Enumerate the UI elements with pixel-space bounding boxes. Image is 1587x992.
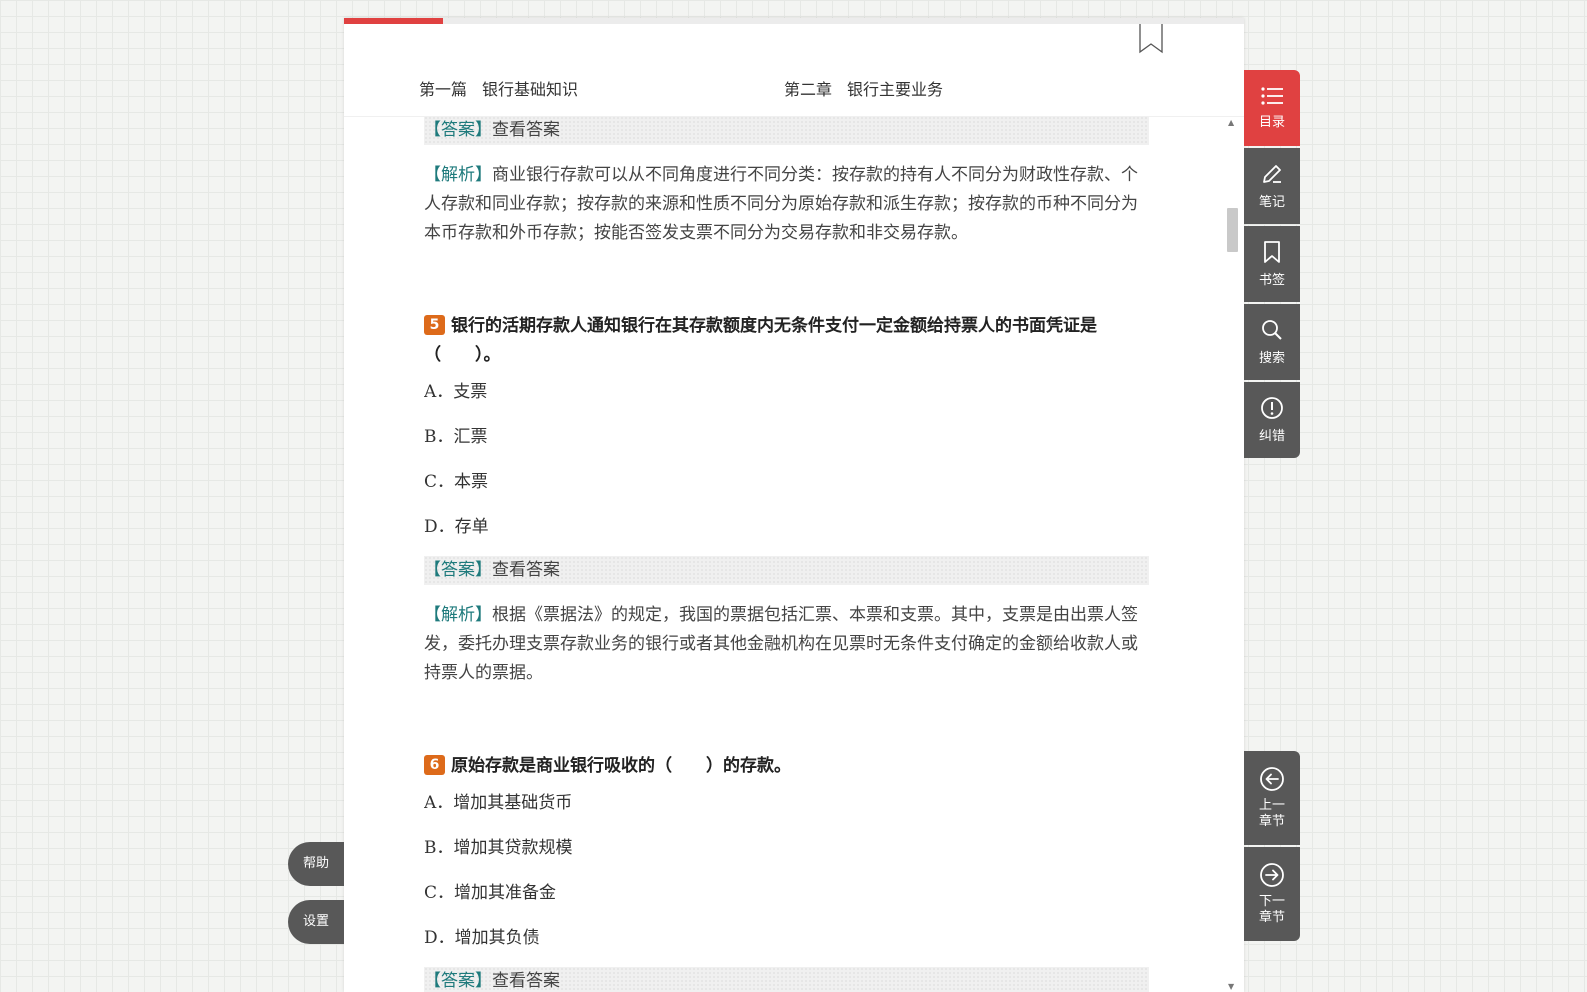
explain-label: 【解析】 bbox=[424, 605, 492, 625]
scroll-down-arrow-icon[interactable]: ▼ bbox=[1228, 982, 1234, 992]
question-number-badge: 5 bbox=[424, 315, 445, 335]
option-d[interactable]: D．增加其负债 bbox=[424, 924, 1149, 953]
option-c[interactable]: C．增加其准备金 bbox=[424, 879, 1149, 908]
alert-icon bbox=[1261, 397, 1283, 419]
view-answer-link[interactable]: 查看答案 bbox=[492, 560, 560, 580]
part-title: 银行基础知识 bbox=[482, 80, 579, 99]
chapter-content: 【答案】查看答案 【解析】商业银行存款可以从不同角度进行不同分类：按存款的持有人… bbox=[424, 116, 1149, 992]
answer-toggle[interactable]: 【答案】查看答案 bbox=[424, 556, 1149, 585]
answer-toggle[interactable]: 【答案】查看答案 bbox=[424, 116, 1149, 145]
chapter-navigation: 上一 章节 下一 章节 bbox=[1244, 751, 1300, 943]
scrollbar-thumb[interactable] bbox=[1227, 208, 1238, 252]
answer-label: 【答案】 bbox=[424, 971, 492, 991]
explanation: 【解析】根据《票据法》的规定，我国的票据包括汇票、本票和支票。其中，支票是由出票… bbox=[424, 601, 1149, 688]
next-chapter-button[interactable]: 下一 章节 bbox=[1244, 847, 1300, 941]
option-c[interactable]: C．本票 bbox=[424, 468, 1149, 497]
toc-label: 目录 bbox=[1258, 115, 1285, 130]
answer-label: 【答案】 bbox=[424, 560, 492, 580]
settings-button[interactable]: 设置 bbox=[288, 900, 344, 944]
prev-chapter-label-2: 章节 bbox=[1258, 814, 1285, 829]
prev-chapter-button[interactable]: 上一 章节 bbox=[1244, 751, 1300, 845]
content-scrollbar[interactable]: ▲ ▼ bbox=[1224, 116, 1240, 992]
search-label: 搜索 bbox=[1258, 351, 1285, 366]
view-answer-link[interactable]: 查看答案 bbox=[492, 120, 560, 140]
report-error-button[interactable]: 纠错 bbox=[1244, 382, 1300, 458]
option-b[interactable]: B．汇票 bbox=[424, 423, 1149, 452]
scroll-up-arrow-icon[interactable]: ▲ bbox=[1228, 118, 1234, 128]
next-chapter-label-2: 章节 bbox=[1258, 910, 1285, 925]
part-breadcrumb: 第一篇 银行基础知识 bbox=[419, 76, 578, 100]
arrow-left-circle-icon bbox=[1260, 767, 1284, 791]
question-5: 5 银行的活期存款人通知银行在其存款额度内无条件支付一定金额给持票人的书面凭证是（… bbox=[424, 312, 1149, 370]
explain-label: 【解析】 bbox=[424, 165, 492, 185]
explain-text: 商业银行存款可以从不同角度进行不同分类：按存款的持有人不同分为财政性存款、个人存… bbox=[424, 165, 1138, 243]
pencil-icon bbox=[1263, 165, 1281, 183]
chapter-breadcrumb: 第二章 银行主要业务 bbox=[784, 76, 943, 100]
reader-toolbar: 目录 笔记 书签 搜索 纠错 bbox=[1244, 70, 1300, 460]
chapter-title: 银行主要业务 bbox=[847, 80, 944, 99]
next-chapter-label-1: 下一 bbox=[1258, 894, 1285, 909]
option-d[interactable]: D．存单 bbox=[424, 513, 1149, 542]
toc-button[interactable]: 目录 bbox=[1244, 70, 1300, 146]
notes-label: 笔记 bbox=[1258, 195, 1285, 210]
explanation: 【解析】商业银行存款可以从不同角度进行不同分类：按存款的持有人不同分为财政性存款… bbox=[424, 161, 1149, 248]
question-number-badge: 6 bbox=[424, 755, 445, 775]
question-text: 原始存款是商业银行吸收的（ ）的存款。 bbox=[451, 756, 791, 776]
bookmark-button[interactable]: 书签 bbox=[1244, 226, 1300, 302]
reader-page: 第一篇 银行基础知识 第二章 银行主要业务 【答案】查看答案 【解析】商业银行存款可… bbox=[344, 18, 1244, 992]
answer-toggle[interactable]: 【答案】查看答案 bbox=[424, 967, 1149, 992]
report-error-label: 纠错 bbox=[1258, 429, 1285, 444]
arrow-right-circle-icon bbox=[1260, 863, 1284, 887]
prev-chapter-label-1: 上一 bbox=[1258, 798, 1285, 813]
question-6: 6 原始存款是商业银行吸收的（ ）的存款。 bbox=[424, 752, 1149, 781]
view-answer-link[interactable]: 查看答案 bbox=[492, 971, 560, 991]
answer-label: 【答案】 bbox=[424, 120, 492, 140]
option-a[interactable]: A．支票 bbox=[424, 378, 1149, 407]
option-b[interactable]: B．增加其贷款规模 bbox=[424, 834, 1149, 863]
list-icon bbox=[1261, 87, 1283, 105]
search-button[interactable]: 搜索 bbox=[1244, 304, 1300, 380]
part-number: 第一篇 bbox=[419, 80, 468, 99]
bookmark-ribbon-icon[interactable] bbox=[1139, 24, 1163, 58]
chapter-number: 第二章 bbox=[784, 80, 833, 99]
help-button[interactable]: 帮助 bbox=[288, 842, 344, 886]
notes-button[interactable]: 笔记 bbox=[1244, 148, 1300, 224]
explain-text: 根据《票据法》的规定，我国的票据包括汇票、本票和支票。其中，支票是由出票人签发，… bbox=[424, 605, 1138, 683]
option-a[interactable]: A．增加其基础货币 bbox=[424, 789, 1149, 818]
bookmark-label: 书签 bbox=[1258, 273, 1285, 288]
page-header: 第一篇 银行基础知识 第二章 银行主要业务 bbox=[344, 24, 1244, 117]
question-text: 银行的活期存款人通知银行在其存款额度内无条件支付一定金额给持票人的书面凭证是（ … bbox=[424, 316, 1097, 365]
bookmark-icon bbox=[1264, 241, 1280, 263]
search-icon bbox=[1262, 320, 1282, 340]
